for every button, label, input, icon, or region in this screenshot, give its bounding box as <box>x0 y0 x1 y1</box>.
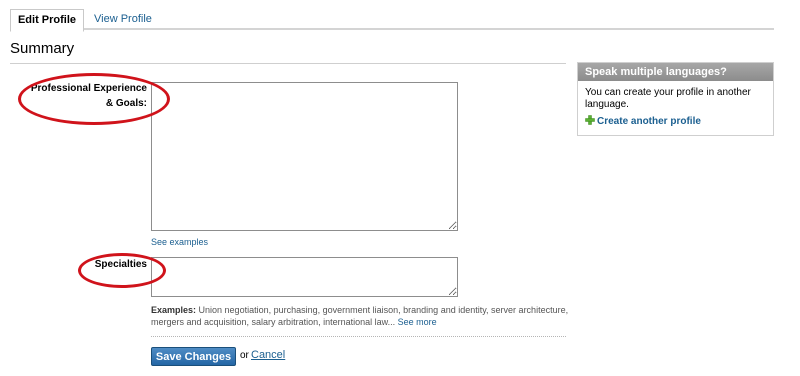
sidebar-body-text: You can create your profile in another l… <box>585 87 751 110</box>
plus-icon <box>585 115 595 125</box>
save-changes-button[interactable]: Save Changes <box>151 347 236 366</box>
see-examples-link[interactable]: See examples <box>151 237 208 247</box>
tab-view-profile[interactable]: View Profile <box>86 9 160 31</box>
examples-prefix: Examples: <box>151 305 197 315</box>
specialties-label: Specialties <box>94 259 147 270</box>
form-divider <box>151 336 566 337</box>
examples-hint: Examples: Union negotiation, purchasing,… <box>151 304 571 328</box>
experience-label: Professional Experience & Goals: <box>14 81 147 111</box>
section-title: Summary <box>10 40 75 57</box>
experience-label-line1: Professional Experience <box>30 83 147 94</box>
create-profile-row[interactable]: Create another profile <box>585 115 701 127</box>
examples-text: Union negotiation, purchasing, governmen… <box>151 305 569 327</box>
see-more-link[interactable]: See more <box>398 317 437 327</box>
or-text: or <box>240 350 249 361</box>
create-another-profile-link[interactable]: Create another profile <box>597 116 701 127</box>
languages-sidebar-box: Speak multiple languages? You can create… <box>577 62 774 136</box>
profile-tabs: Edit Profile View Profile <box>10 9 774 32</box>
tab-edit-profile[interactable]: Edit Profile <box>10 9 84 32</box>
cancel-link[interactable]: Cancel <box>251 349 285 361</box>
section-divider <box>10 63 566 64</box>
experience-label-line2: & Goals: <box>105 98 147 109</box>
experience-textarea[interactable] <box>151 82 458 231</box>
specialties-textarea[interactable] <box>151 257 458 297</box>
sidebar-title: Speak multiple languages? <box>578 63 773 81</box>
